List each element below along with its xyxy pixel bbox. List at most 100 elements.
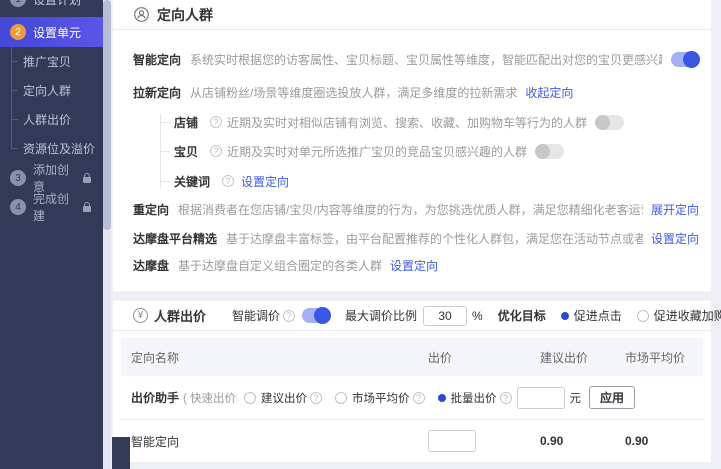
suggested-bid-value: 0.90 [540, 434, 625, 448]
item-desc: 近期及实时对单元所选推广宝贝的竞品宝贝感兴趣的人群 [227, 143, 527, 160]
subitem-label: 人群出价 [23, 111, 71, 128]
dmp-desc: 基于达摩盘自定义组合圈定的各类人群 [178, 257, 382, 274]
col-header-bid: 出价 [428, 349, 540, 366]
retargeting-desc: 根据消费者在您店铺/宝贝/内容等维度的行为，为您挑选优质人群，满足您精细化老客运… [178, 201, 643, 218]
help-icon[interactable]: ? [413, 392, 425, 404]
smart-targeting-toggle[interactable] [671, 52, 699, 67]
help-icon[interactable]: ? [500, 392, 512, 404]
keyword-set-targeting-link[interactable]: 设置定向 [241, 173, 289, 190]
goal-option-favorite-cart[interactable]: 促进收藏加购 [637, 307, 721, 324]
lock-icon [82, 173, 91, 183]
wizard-sidebar: 1 设置计划 2 设置单元 推广宝贝 定向人群 人群出价 资源位及溢价 3 添加… [0, 0, 103, 469]
step-number-badge: 2 [10, 24, 26, 40]
dmp-featured-label: 达摩盘平台精选 [133, 230, 217, 247]
percent-sign: % [472, 309, 483, 323]
sidebar-scrollbar-track[interactable] [103, 0, 111, 469]
bidding-card-title: 人群出价 [154, 306, 206, 325]
quick-bid-prefix: ( 快速出价 [183, 390, 236, 406]
shop-desc: 近期及实时对相似店铺有浏览、搜索、收藏、加购物车等行为的人群 [227, 114, 587, 131]
targeting-card: 定向人群 智能定向 系统实时根据您的访客属性、宝贝标题、宝贝属性等维度，智能匹配… [113, 0, 711, 291]
bidding-card-header: ¥ 人群出价 智能调价 ? 最大调价比例 % 优化目标 促进点击 促进收藏加购 … [113, 301, 711, 331]
col-header-suggested: 建议出价 [540, 349, 625, 366]
shop-label: 店铺 [174, 114, 198, 131]
assistant-option-label: 建议出价 [261, 390, 307, 406]
sidebar-scrollbar-thumb[interactable] [103, 0, 111, 230]
smart-adjust-toggle[interactable] [302, 308, 330, 323]
goal-option-label: 促进点击 [574, 307, 622, 324]
smart-targeting-bid-row: 智能定向 0.90 0.90 [121, 420, 703, 462]
smart-targeting-label: 智能定向 [133, 51, 181, 68]
help-icon[interactable]: ? [310, 392, 322, 404]
subitem-label: 推广宝贝 [23, 53, 71, 70]
dmp-row: 达摩盘 基于达摩盘自定义组合圈定的各类人群 设置定向 [133, 257, 699, 273]
new-customer-subgroup: 店铺 ? 近期及实时对相似店铺有浏览、搜索、收藏、加购物车等行为的人群 宝贝 ?… [160, 114, 699, 189]
dmp-featured-set-link[interactable]: 设置定向 [651, 230, 699, 247]
radio-unselected-icon [637, 310, 649, 322]
sidebar-item-promote-item[interactable]: 推广宝贝 [0, 47, 103, 76]
step-number-badge: 1 [10, 0, 26, 7]
apply-button[interactable]: 应用 [589, 386, 635, 409]
dmp-featured-desc: 基于达摩盘丰富标签，由平台配置推荐的个性化人群包，满足您在活动节点或者行业上的圈… [226, 230, 643, 247]
bidding-card: ¥ 人群出价 智能调价 ? 最大调价比例 % 优化目标 促进点击 促进收藏加购 … [113, 301, 711, 462]
sidebar-step-plan[interactable]: 1 设置计划 [0, 0, 103, 14]
goal-option-label: 促进收藏加购 [654, 307, 721, 324]
help-icon[interactable]: ? [283, 310, 295, 322]
step-number-badge: 3 [10, 170, 26, 186]
main-content: 定向人群 智能定向 系统实时根据您的访客属性、宝贝标题、宝贝属性等维度，智能匹配… [111, 0, 721, 469]
expand-targeting-link[interactable]: 展开定向 [651, 201, 699, 218]
sidebar-item-targeting[interactable]: 定向人群 [0, 76, 103, 105]
smart-targeting-desc: 系统实时根据您的访客属性、宝贝标题、宝贝属性等维度，智能匹配出对您的宝贝更感兴趣… [190, 51, 662, 68]
dmp-label: 达摩盘 [133, 257, 169, 274]
goal-option-click[interactable]: 促进点击 [561, 307, 622, 324]
step-number-badge: 4 [10, 199, 26, 215]
new-customer-targeting-row: 拉新定向 从店铺粉丝/场景等维度圈选投放人群，满足多维度的拉新需求 收起定向 [133, 84, 699, 100]
subitem-label: 定向人群 [23, 82, 71, 99]
item-label: 宝贝 [174, 143, 198, 160]
batch-bid-input[interactable] [517, 387, 565, 409]
bid-assistant-label: 出价助手 [131, 389, 179, 406]
assistant-option-label: 批量出价 [451, 390, 497, 406]
help-icon[interactable]: ? [222, 175, 234, 187]
bid-table: 定向名称 出价 建议出价 市场平均价 出价助手 ( 快速出价 建议出价 ? 市场… [121, 338, 703, 462]
sidebar-step-creative[interactable]: 3 添加创意 [0, 163, 103, 193]
dmp-featured-row: 达摩盘平台精选 基于达摩盘丰富标签，由平台配置推荐的个性化人群包，满足您在活动节… [133, 230, 699, 246]
max-ratio-input[interactable] [423, 306, 467, 326]
sidebar-item-placement-premium[interactable]: 资源位及溢价 [0, 134, 103, 163]
assistant-option-label: 市场平均价 [352, 390, 410, 406]
sidebar-item-audience-bid[interactable]: 人群出价 [0, 105, 103, 134]
item-targeting-toggle[interactable] [536, 144, 564, 159]
radio-unselected-icon [335, 392, 347, 404]
col-header-name: 定向名称 [121, 349, 428, 366]
targeting-card-header: 定向人群 [113, 0, 711, 30]
bid-table-header: 定向名称 出价 建议出价 市场平均价 [121, 338, 703, 376]
max-ratio-label: 最大调价比例 [345, 307, 417, 324]
yen-circle-icon: ¥ [133, 308, 148, 323]
smart-bid-input[interactable] [428, 430, 476, 452]
collapse-targeting-link[interactable]: 收起定向 [525, 84, 573, 101]
floating-widget[interactable] [112, 437, 130, 469]
assistant-option-batch[interactable]: 批量出价 ? [438, 390, 517, 406]
help-icon[interactable]: ? [210, 116, 222, 128]
assistant-option-market[interactable]: 市场平均价 ? [335, 390, 430, 406]
retargeting-row: 重定向 根据消费者在您店铺/宝贝/内容等维度的行为，为您挑选优质人群，满足您精细… [133, 201, 699, 217]
subitem-label: 资源位及溢价 [23, 140, 95, 157]
lock-icon [82, 202, 91, 212]
market-avg-value: 0.90 [625, 434, 703, 448]
targeting-card-title: 定向人群 [157, 5, 213, 25]
keyword-targeting-row: 关键词 ? 设置定向 [161, 173, 699, 189]
sidebar-step-finish[interactable]: 4 完成创建 [0, 192, 103, 222]
dmp-set-link[interactable]: 设置定向 [390, 257, 438, 274]
bid-assistant-row: 出价助手 ( 快速出价 建议出价 ? 市场平均价 ? 批量出价 ? [121, 376, 703, 420]
item-targeting-row: 宝贝 ? 近期及实时对单元所选推广宝贝的竞品宝贝感兴趣的人群 [161, 143, 699, 159]
radio-selected-icon [438, 394, 446, 402]
shop-targeting-toggle[interactable] [596, 115, 624, 130]
step-label: 设置计划 [33, 0, 81, 8]
radio-unselected-icon [244, 392, 256, 404]
new-customer-desc: 从店铺粉丝/场景等维度圈选投放人群，满足多维度的拉新需求 [190, 84, 517, 101]
assistant-option-suggested[interactable]: 建议出价 ? [244, 390, 327, 406]
sidebar-step-unit-active[interactable]: 2 设置单元 [0, 17, 103, 47]
audience-icon [133, 6, 150, 23]
help-icon[interactable]: ? [210, 145, 222, 157]
radio-selected-icon [561, 312, 569, 320]
shop-targeting-row: 店铺 ? 近期及实时对相似店铺有浏览、搜索、收藏、加购物车等行为的人群 [161, 114, 699, 130]
